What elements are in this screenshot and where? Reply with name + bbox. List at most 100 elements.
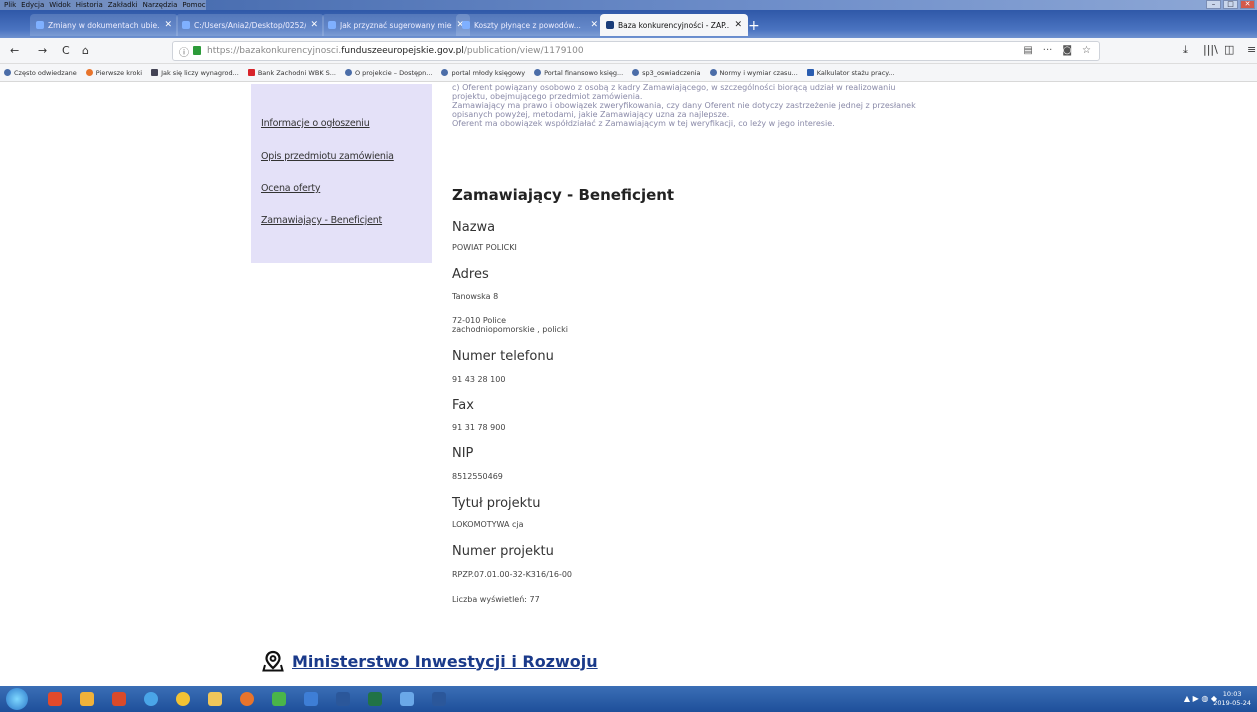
tab-2[interactable]: C:/Users/Ania2/Desktop/0252/... ✕ (176, 14, 324, 36)
ministry-link[interactable]: Ministerstwo Inwestycji i Rozwoju (292, 652, 598, 671)
tab-1[interactable]: Zmiany w dokumentach ubie... ✕ (30, 14, 178, 36)
reader-view-icon[interactable]: ▤ (1023, 45, 1032, 56)
bookmark-item[interactable]: Kalkulator stażu pracy... (806, 69, 894, 77)
bookmark-item[interactable]: Bank Zachodni WBK S... (247, 69, 336, 77)
bookmark-item[interactable]: Portal finansowo księg... (534, 69, 623, 77)
tab-favicon-icon (606, 21, 614, 29)
bookmark-item[interactable]: Często odwiedzane (4, 69, 77, 77)
tab-close-icon[interactable]: ✕ (310, 20, 318, 30)
globe-icon (709, 69, 717, 76)
sidenav-link-order-description[interactable]: Opis przedmiotu zamówienia (261, 151, 394, 162)
menu-file[interactable]: Plik (4, 0, 16, 10)
taskbar-explorer[interactable] (202, 689, 228, 709)
tab-favicon-icon (182, 21, 190, 29)
system-tray[interactable]: ▲ ▶ ◍ ◆ (1184, 694, 1217, 703)
menu-edit[interactable]: Edycja (21, 0, 44, 10)
sidenav-link-announcement-info[interactable]: Informacje o ogłoszeniu (261, 118, 370, 129)
globe-icon (632, 69, 640, 76)
tab-3[interactable]: Jak przyznać sugerowany mies... ✕ (322, 14, 470, 36)
bookmark-star-icon[interactable]: ☆ (1082, 45, 1091, 56)
address-label: Adres (452, 267, 489, 282)
bookmark-item[interactable]: Normy i wymiar czasu... (709, 69, 798, 77)
calculator-icon (806, 69, 814, 76)
back-button[interactable]: ← (10, 44, 19, 57)
clock-time: 10:03 (1222, 690, 1242, 698)
bookmark-item[interactable]: Pierwsze kroki (85, 69, 142, 77)
conditions-line: Zamawiający ma prawo i obowiązek zweryfi… (452, 101, 916, 110)
maximize-button[interactable]: □ (1223, 0, 1238, 9)
taskbar-app[interactable] (42, 689, 68, 709)
tab-favicon-icon (36, 21, 44, 29)
address-city: 72-010 Police (452, 316, 507, 325)
address-bar-actions: ▤ ··· ◙ ☆ (1023, 45, 1091, 56)
minimize-button[interactable]: – (1206, 0, 1221, 9)
excel-icon (368, 692, 382, 706)
library-icon[interactable]: |||\ (1203, 43, 1218, 56)
tab-close-icon[interactable]: ✕ (164, 20, 172, 30)
sidebar-icon[interactable]: ◫ (1224, 43, 1234, 56)
taskbar-app[interactable] (362, 689, 388, 709)
pocket-icon[interactable]: ◙ (1062, 45, 1072, 56)
sidenav-link-beneficiary[interactable]: Zamawiający - Beneficjent (261, 215, 382, 226)
conditions-line: projektu, obejmującego przedmiot zamówie… (452, 92, 643, 101)
globe-icon (344, 69, 352, 76)
sidenav-link-offer-evaluation[interactable]: Ocena oferty (261, 183, 320, 194)
taskbar-chrome[interactable] (170, 689, 196, 709)
new-tab-button[interactable]: + (748, 18, 760, 34)
conditions-line: Oferent ma obowiązek współdziałać z Zama… (452, 119, 835, 128)
bookmark-item[interactable]: portal młody księgowy (441, 69, 525, 77)
menu-icon[interactable]: ≡ (1247, 43, 1256, 56)
taskbar-app[interactable] (394, 689, 420, 709)
bookmark-item[interactable]: Jak się liczy wynagrod... (151, 69, 239, 77)
menu-help[interactable]: Pomoc (182, 0, 205, 10)
taskbar-firefox[interactable] (234, 689, 260, 709)
taskbar-app[interactable] (74, 689, 100, 709)
taskbar-app[interactable] (106, 689, 132, 709)
tab-4[interactable]: Koszty płynące z powodów... ✕ (456, 14, 604, 36)
side-navigation: Informacje o ogłoszeniu Opis przedmiotu … (251, 84, 432, 263)
nip-value: 8512550469 (452, 472, 503, 481)
start-button[interactable] (6, 688, 28, 710)
ministry-footer: Ministerstwo Inwestycji i Rozwoju (262, 650, 598, 672)
menu-bookmarks[interactable]: Zakładki (108, 0, 138, 10)
page-icon (151, 69, 159, 76)
tab-favicon-icon (462, 21, 470, 29)
download-icon[interactable]: ⤓ (1183, 43, 1188, 57)
app-icon (336, 692, 350, 706)
forward-button[interactable]: → (38, 44, 47, 57)
conditions-line: c) Oferent powiązany osobowo z osobą z k… (452, 83, 896, 92)
folder-icon (208, 692, 222, 706)
menu-history[interactable]: Historia (76, 0, 103, 10)
project-title-value: LOKOMOTYWA cja (452, 520, 524, 529)
info-icon[interactable]: ⓘ (179, 44, 189, 59)
conditions-line: opisanych powyżej, metodami, jakie Zamaw… (452, 110, 730, 119)
bookmark-item[interactable]: O projekcie – Dostępn... (344, 69, 432, 77)
phone-value: 91 43 28 100 (452, 375, 506, 384)
address-bar[interactable]: ⓘ https://bazakonkurencyjnosci.funduszee… (172, 41, 1100, 61)
conditions-text: c) Oferent powiązany osobowo z osobą z k… (452, 83, 1012, 128)
home-button[interactable]: ⌂ (82, 44, 89, 57)
tab-close-icon[interactable]: ✕ (734, 20, 742, 30)
fax-label: Fax (452, 398, 474, 413)
clock[interactable]: 10:03 2019-05-24 (1213, 690, 1251, 708)
bookmark-item[interactable]: sp3_oswiadczenia (632, 69, 701, 77)
menu-view[interactable]: Widok (49, 0, 71, 10)
tab-close-icon[interactable]: ✕ (590, 20, 598, 30)
taskbar-app[interactable] (330, 689, 356, 709)
name-value: POWIAT POLICKI (452, 243, 517, 252)
gear-icon (4, 69, 11, 76)
url-text[interactable]: https://bazakonkurencyjnosci.funduszeeur… (207, 46, 584, 56)
clock-date: 2019-05-24 (1213, 699, 1251, 707)
app-icon (112, 692, 126, 706)
bookmarks-bar: Często odwiedzane Pierwsze kroki Jak się… (0, 64, 1257, 82)
menu-tools[interactable]: Narzędzia (143, 0, 178, 10)
reload-button[interactable]: C (62, 44, 70, 57)
taskbar-ie[interactable] (138, 689, 164, 709)
taskbar-word[interactable] (426, 689, 452, 709)
windows-taskbar: ▲ ▶ ◍ ◆ 10:03 2019-05-24 (0, 686, 1257, 712)
tab-active[interactable]: Baza konkurencyjności - ZAP... ✕ (600, 14, 748, 36)
close-window-button[interactable]: ✕ (1240, 0, 1255, 9)
taskbar-app[interactable] (266, 689, 292, 709)
page-actions-icon[interactable]: ··· (1043, 45, 1053, 56)
taskbar-app[interactable] (298, 689, 324, 709)
